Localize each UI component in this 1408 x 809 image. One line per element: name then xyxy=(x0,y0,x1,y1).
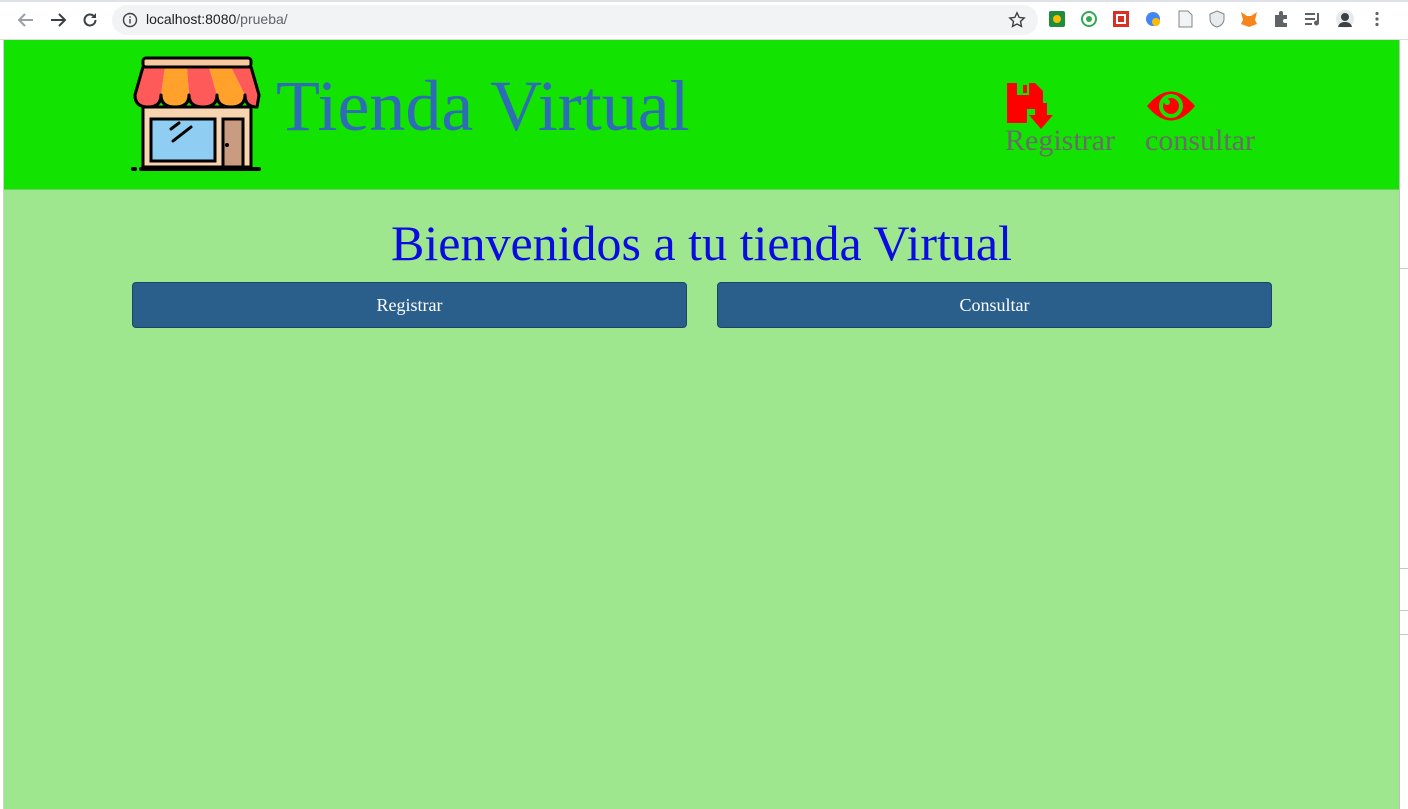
forward-button[interactable] xyxy=(46,8,70,32)
extensions-puzzle-icon[interactable] xyxy=(1272,10,1290,28)
site-header: Tienda Virtual Registrar consultar xyxy=(4,40,1399,190)
extension-2-icon[interactable] xyxy=(1080,10,1098,28)
nav-registrar-link[interactable]: Registrar xyxy=(1005,80,1115,156)
browser-toolbar: localhost:8080/prueba/ xyxy=(0,0,1408,40)
reload-button[interactable] xyxy=(78,8,102,32)
welcome-heading: Bienvenidos a tu tienda Virtual xyxy=(391,215,1012,271)
extension-5-icon[interactable] xyxy=(1176,10,1194,28)
extension-6-icon[interactable] xyxy=(1208,10,1226,28)
consultar-button[interactable]: Consultar xyxy=(717,282,1272,328)
extension-7-icon[interactable] xyxy=(1240,10,1258,28)
store-logo-icon xyxy=(131,56,263,171)
extension-3-icon[interactable] xyxy=(1112,10,1130,28)
nav-consultar-label: consultar xyxy=(1145,124,1255,157)
info-icon[interactable] xyxy=(122,12,138,28)
url-text: localhost:8080/prueba/ xyxy=(146,11,288,27)
page-body: Tienda Virtual Registrar consultar Bienv… xyxy=(4,40,1399,809)
profile-avatar[interactable] xyxy=(1336,10,1354,28)
back-button[interactable] xyxy=(14,8,38,32)
arrow-right-icon xyxy=(51,13,67,27)
background-window-edge-right xyxy=(1399,40,1408,809)
address-bar[interactable]: localhost:8080/prueba/ xyxy=(112,5,1038,35)
registrar-button[interactable]: Registrar xyxy=(132,282,687,328)
menu-kebab-icon[interactable] xyxy=(1368,10,1386,28)
tab-strip xyxy=(0,0,1408,2)
url-path: /prueba/ xyxy=(236,11,288,27)
extension-1-icon[interactable] xyxy=(1048,10,1066,28)
url-host: localhost:8080 xyxy=(146,11,237,27)
arrow-left-icon xyxy=(17,13,33,27)
bookmark-star-icon[interactable] xyxy=(1008,11,1026,29)
brand-title: Tienda Virtual xyxy=(276,66,690,146)
nav-consultar-link[interactable]: consultar xyxy=(1145,80,1255,156)
nav-registrar-label: Registrar xyxy=(1005,124,1115,157)
reload-icon xyxy=(83,13,97,27)
extension-4-icon[interactable] xyxy=(1144,10,1162,28)
media-control-icon[interactable] xyxy=(1304,10,1322,28)
